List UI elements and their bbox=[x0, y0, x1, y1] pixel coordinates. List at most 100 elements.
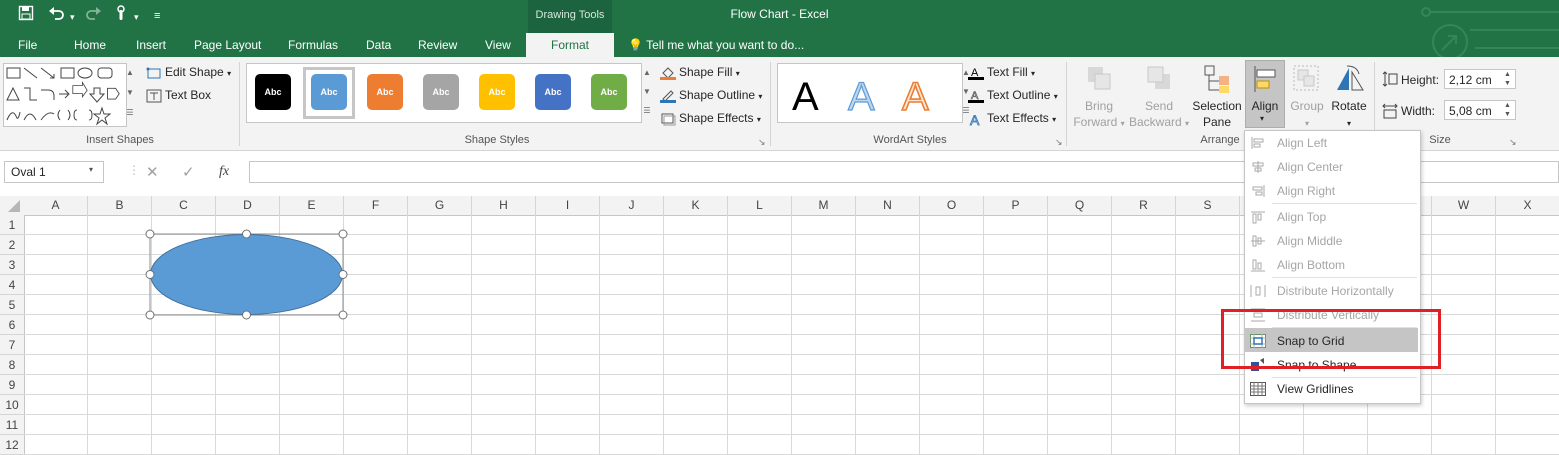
column-header[interactable]: E bbox=[280, 196, 344, 215]
column-header[interactable]: H bbox=[472, 196, 536, 215]
oval-shape[interactable] bbox=[140, 225, 354, 325]
enter-icon[interactable]: ✓ bbox=[182, 163, 195, 181]
text-box-button[interactable]: Text Box bbox=[146, 88, 211, 103]
shapes-gallery[interactable] bbox=[3, 63, 127, 127]
menu-item-align-top[interactable]: Align Top bbox=[1277, 210, 1326, 224]
column-header[interactable]: F bbox=[344, 196, 408, 215]
shape-style-swatch[interactable]: Abc bbox=[479, 74, 515, 110]
row-header[interactable]: 12 bbox=[0, 435, 24, 455]
row-header[interactable]: 6 bbox=[0, 315, 24, 335]
column-header[interactable]: P bbox=[984, 196, 1048, 215]
row-header[interactable]: 9 bbox=[0, 375, 24, 395]
column-header[interactable]: Q bbox=[1048, 196, 1112, 215]
send-backward-button[interactable]: Send Backward ▾ bbox=[1126, 98, 1192, 132]
text-effects-button[interactable]: A Text Effects ▾ bbox=[968, 111, 1057, 128]
shape-style-swatch[interactable]: Abc bbox=[591, 74, 627, 110]
menu-item-align-left[interactable]: Align Left bbox=[1277, 136, 1327, 150]
row-header[interactable]: 10 bbox=[0, 395, 24, 415]
undo-icon[interactable] bbox=[48, 5, 66, 25]
row-header[interactable]: 11 bbox=[0, 415, 24, 435]
resize-handle[interactable] bbox=[242, 310, 251, 320]
column-header[interactable]: J bbox=[600, 196, 664, 215]
tell-me-search[interactable]: 💡 Tell me what you want to do... bbox=[628, 38, 804, 52]
shape-fill-button[interactable]: Shape Fill ▾ bbox=[660, 65, 740, 80]
save-icon[interactable] bbox=[18, 5, 34, 25]
dialog-launcher-icon[interactable]: ↘ bbox=[758, 137, 766, 148]
row-header[interactable]: 2 bbox=[0, 235, 24, 255]
shape-style-swatch[interactable]: Abc bbox=[423, 74, 459, 110]
row-header[interactable]: 4 bbox=[0, 275, 24, 295]
menu-item-distribute-horizontally[interactable]: Distribute Horizontally bbox=[1277, 284, 1394, 298]
wordart-gallery[interactable]: A A A bbox=[777, 63, 963, 123]
tab-insert[interactable]: Insert bbox=[136, 38, 166, 52]
height-spinner[interactable]: ▲ ▼ bbox=[1504, 70, 1511, 88]
row-header[interactable]: 5 bbox=[0, 295, 24, 315]
rotate-button[interactable]: Rotate ▾ bbox=[1327, 98, 1371, 132]
column-header[interactable]: W bbox=[1432, 196, 1496, 215]
shape-style-swatch[interactable]: Abc bbox=[535, 74, 571, 110]
group-button[interactable]: Group ▾ bbox=[1286, 98, 1328, 132]
customize-qat-icon[interactable]: ≡ bbox=[154, 8, 160, 24]
edit-shape-button[interactable]: Edit Shape ▾ bbox=[146, 65, 231, 80]
column-header[interactable]: O bbox=[920, 196, 984, 215]
column-header[interactable]: S bbox=[1176, 196, 1240, 215]
wordart-letter-blue[interactable]: A bbox=[847, 74, 875, 119]
column-header[interactable]: L bbox=[728, 196, 792, 215]
bring-forward-button[interactable]: Bring Forward ▾ bbox=[1068, 98, 1130, 132]
shape-styles-scroll[interactable]: ▲ ▼ ☰ bbox=[641, 63, 653, 121]
menu-item-align-center[interactable]: Align Center bbox=[1277, 160, 1343, 174]
column-header[interactable]: A bbox=[24, 196, 88, 215]
width-spinner[interactable]: ▲ ▼ bbox=[1504, 101, 1511, 119]
column-header[interactable]: K bbox=[664, 196, 728, 215]
resize-handle[interactable] bbox=[338, 270, 348, 279]
name-box-dropdown-icon[interactable]: ▾ bbox=[89, 165, 93, 174]
wordart-letter-orange[interactable]: A bbox=[901, 74, 930, 120]
shape-outline-button[interactable]: Shape Outline ▾ bbox=[660, 88, 762, 103]
select-all-corner[interactable] bbox=[0, 196, 24, 215]
column-header[interactable]: G bbox=[408, 196, 472, 215]
shape-style-swatch[interactable]: Abc bbox=[311, 74, 347, 110]
tab-home[interactable]: Home bbox=[74, 38, 106, 52]
touch-dropdown-icon[interactable]: ▾ bbox=[134, 9, 139, 25]
resize-handle[interactable] bbox=[145, 229, 155, 239]
text-outline-button[interactable]: A Text Outline ▾ bbox=[968, 88, 1058, 103]
shapes-gallery-scroll[interactable]: ▲ ▼ ☰ bbox=[125, 63, 135, 125]
wordart-letter-black[interactable]: A bbox=[792, 75, 819, 119]
column-header[interactable]: M bbox=[792, 196, 856, 215]
row-header[interactable]: 7 bbox=[0, 335, 24, 355]
resize-handle[interactable] bbox=[145, 270, 155, 279]
tab-format[interactable]: Format bbox=[526, 33, 614, 57]
column-header[interactable]: R bbox=[1112, 196, 1176, 215]
row-header[interactable]: 1 bbox=[0, 215, 24, 235]
tab-page-layout[interactable]: Page Layout bbox=[194, 38, 261, 52]
column-header[interactable]: B bbox=[88, 196, 152, 215]
tab-formulas[interactable]: Formulas bbox=[288, 38, 338, 52]
column-header[interactable]: X bbox=[1496, 196, 1559, 215]
tab-data[interactable]: Data bbox=[366, 38, 391, 52]
resize-handle[interactable] bbox=[338, 229, 348, 239]
resize-handle[interactable] bbox=[145, 310, 155, 320]
shape-effects-button[interactable]: Shape Effects ▾ bbox=[660, 111, 761, 126]
row-header[interactable]: 8 bbox=[0, 355, 24, 375]
redo-icon[interactable] bbox=[84, 5, 102, 25]
tab-file[interactable]: File bbox=[18, 38, 37, 52]
column-header[interactable]: I bbox=[536, 196, 600, 215]
shape-style-swatch[interactable]: Abc bbox=[367, 74, 403, 110]
dialog-launcher-icon[interactable]: ↘ bbox=[1055, 137, 1063, 148]
column-header[interactable]: C bbox=[152, 196, 216, 215]
menu-item-align-bottom[interactable]: Align Bottom bbox=[1277, 258, 1345, 272]
shape-style-swatch[interactable]: Abc bbox=[255, 74, 291, 110]
column-header[interactable]: D bbox=[216, 196, 280, 215]
undo-dropdown-icon[interactable]: ▾ bbox=[70, 9, 75, 25]
menu-item-align-middle[interactable]: Align Middle bbox=[1277, 234, 1342, 248]
menu-item-view-gridlines[interactable]: View Gridlines bbox=[1277, 382, 1353, 396]
row-header[interactable]: 3 bbox=[0, 255, 24, 275]
insert-function-icon[interactable]: fx bbox=[219, 164, 229, 180]
touch-mode-icon[interactable] bbox=[114, 5, 130, 25]
tab-review[interactable]: Review bbox=[418, 38, 457, 52]
resize-handle[interactable] bbox=[242, 229, 251, 239]
oval-1[interactable] bbox=[150, 234, 343, 315]
tab-view[interactable]: View bbox=[485, 38, 511, 52]
text-fill-button[interactable]: A Text Fill ▾ bbox=[968, 65, 1035, 80]
cancel-icon[interactable]: ✕ bbox=[146, 163, 159, 181]
